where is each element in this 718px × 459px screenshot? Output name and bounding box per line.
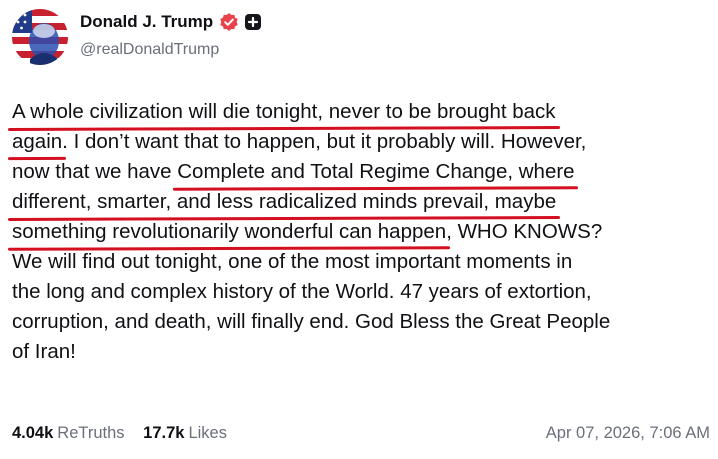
text-segment: now that we have xyxy=(12,160,178,183)
truth-post: Donald J. Trump @realDonaldTrump A whole… xyxy=(0,0,718,459)
text-segment: the long and complex history of the Worl… xyxy=(12,280,592,303)
post-footer: 4.04k ReTruths 17.7k Likes Apr 07, 2026, 7… xyxy=(12,424,710,443)
likes-count: 17.7k xyxy=(143,424,185,442)
underlined-text-segment: Complete and Total Regime Change, where xyxy=(177,157,574,187)
author-handle[interactable]: @realDonaldTrump xyxy=(80,41,219,59)
plus-badge-icon xyxy=(245,14,262,30)
retruths-count: 4.04k xyxy=(12,424,54,442)
underlined-text-segment: different, smarter, and less radicalized… xyxy=(12,187,556,217)
post-text-line: of Iran! xyxy=(12,337,712,367)
text-segment: of Iran! xyxy=(12,340,76,363)
underlined-text-segment: something revolutionarily wonderful can … xyxy=(12,217,446,247)
author-display-name[interactable]: Donald J. Trump xyxy=(80,12,213,32)
post-text-line: We will find out tonight, one of the mos… xyxy=(12,247,712,277)
author-name-row: Donald J. Trump xyxy=(80,12,262,32)
text-segment: . I don’t want that to happen, but it pr… xyxy=(62,130,587,153)
post-text-line: again. I don’t want that to happen, but … xyxy=(12,127,712,157)
underlined-text-segment: again xyxy=(12,127,62,157)
post-body: A whole civilization will die tonight, n… xyxy=(12,97,712,367)
underlined-text-segment: A whole civilization will die tonight, n… xyxy=(12,97,556,127)
post-text-line: corruption, and death, will finally end.… xyxy=(12,307,712,337)
post-text-line: something revolutionarily wonderful can … xyxy=(12,217,712,247)
post-text-line: A whole civilization will die tonight, n… xyxy=(12,97,712,127)
likes-label: Likes xyxy=(188,424,227,442)
text-segment: corruption, and death, will finally end.… xyxy=(12,310,611,333)
post-timestamp[interactable]: Apr 07, 2026, 7:06 AM xyxy=(546,424,710,443)
verified-badge-icon xyxy=(220,13,238,31)
text-segment: , WHO KNOWS? xyxy=(446,220,603,243)
retruths-label: ReTruths xyxy=(57,424,125,442)
avatar-portrait-flag-icon xyxy=(12,9,68,65)
text-segment: We will find out tonight, one of the mos… xyxy=(12,250,573,273)
avatar[interactable] xyxy=(12,9,68,65)
post-text-line: the long and complex history of the Worl… xyxy=(12,277,712,307)
likes-stat[interactable]: 17.7k Likes xyxy=(143,424,227,443)
post-text-line: different, smarter, and less radicalized… xyxy=(12,187,712,217)
retruths-stat[interactable]: 4.04k ReTruths xyxy=(12,424,125,443)
post-text-line: now that we have Complete and Total Regi… xyxy=(12,157,712,187)
